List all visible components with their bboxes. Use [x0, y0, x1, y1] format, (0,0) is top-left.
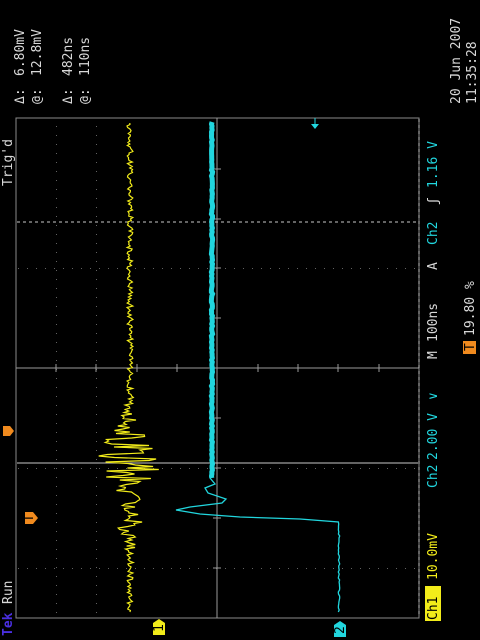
ch2-label[interactable]: Ch2: [426, 465, 441, 488]
timebase-mode: M: [426, 351, 441, 359]
cursor-delta-value: 6.80mV: [13, 29, 28, 76]
cursor-time-at-symbol: @:: [78, 88, 93, 104]
trigger-source[interactable]: Ch2: [426, 222, 441, 245]
cursor-time-delta-symbol: Δ:: [61, 88, 76, 104]
ch2-coupling-icon: ∨: [426, 392, 441, 400]
brand-label: Tek: [1, 612, 16, 636]
ch2-waveform: [175, 477, 341, 613]
status-bar-left: Tek Run Trig'd: [0, 118, 16, 636]
graticule-center-axes: [16, 118, 419, 618]
ch1-label[interactable]: Ch1: [426, 597, 441, 620]
trigger-time-marker[interactable]: [3, 426, 14, 436]
ch2-waveform-baseline: [208, 121, 216, 479]
oscilloscope-screen: 1 2 T Tek Run Trig'd Ch1 10.0mV Ch2 2.00…: [0, 18, 480, 637]
trigger-mode: A: [426, 262, 441, 270]
timebase-value[interactable]: 100ns: [426, 303, 441, 342]
trigger-point-marker-letter: T: [22, 514, 37, 522]
trigger-point-marker[interactable]: T: [22, 512, 38, 524]
cursor-readouts: Δ: 6.80mV @: 12.8mV Δ: 482ns @: 110ns: [13, 29, 93, 104]
ch2-scale[interactable]: 2.00 V: [426, 413, 441, 460]
trigger-position-readout[interactable]: T 19.80 %: [463, 281, 478, 354]
trigger-slope-icon[interactable]: ʃ: [426, 197, 441, 205]
trigger-level[interactable]: 1.16 V: [426, 141, 441, 188]
datetime: 20 Jun 2007 11:35:28: [449, 18, 480, 104]
trigger-position-letter: T: [463, 343, 478, 351]
graticule: [15, 117, 420, 619]
cursor-at-symbol: @:: [30, 88, 45, 104]
ch2-marker-label: 2: [333, 626, 348, 634]
ch1-ground-marker[interactable]: 1: [152, 619, 167, 635]
time-label: 11:35:28: [465, 41, 480, 104]
ch2-ground-marker[interactable]: 2: [333, 621, 348, 637]
readout-row: Ch1 10.0mV Ch2 2.00 V ∨ M 100ns A Ch2 ʃ …: [425, 141, 441, 621]
ch1-marker-label: 1: [152, 624, 167, 632]
cursor-delta-symbol: Δ:: [13, 88, 28, 104]
cursor-time-at-value: 110ns: [78, 37, 93, 76]
cursor-time-delta-value: 482ns: [61, 37, 76, 76]
trigger-status: Trig'd: [1, 139, 16, 186]
run-status[interactable]: Run: [1, 581, 16, 604]
cursor-at-value: 12.8mV: [30, 29, 45, 76]
trigger-position-value: 19.80 %: [463, 281, 478, 336]
date-label: 20 Jun 2007: [449, 18, 464, 104]
ch1-scale[interactable]: 10.0mV: [426, 533, 441, 580]
trigger-level-arrow[interactable]: [311, 118, 319, 129]
